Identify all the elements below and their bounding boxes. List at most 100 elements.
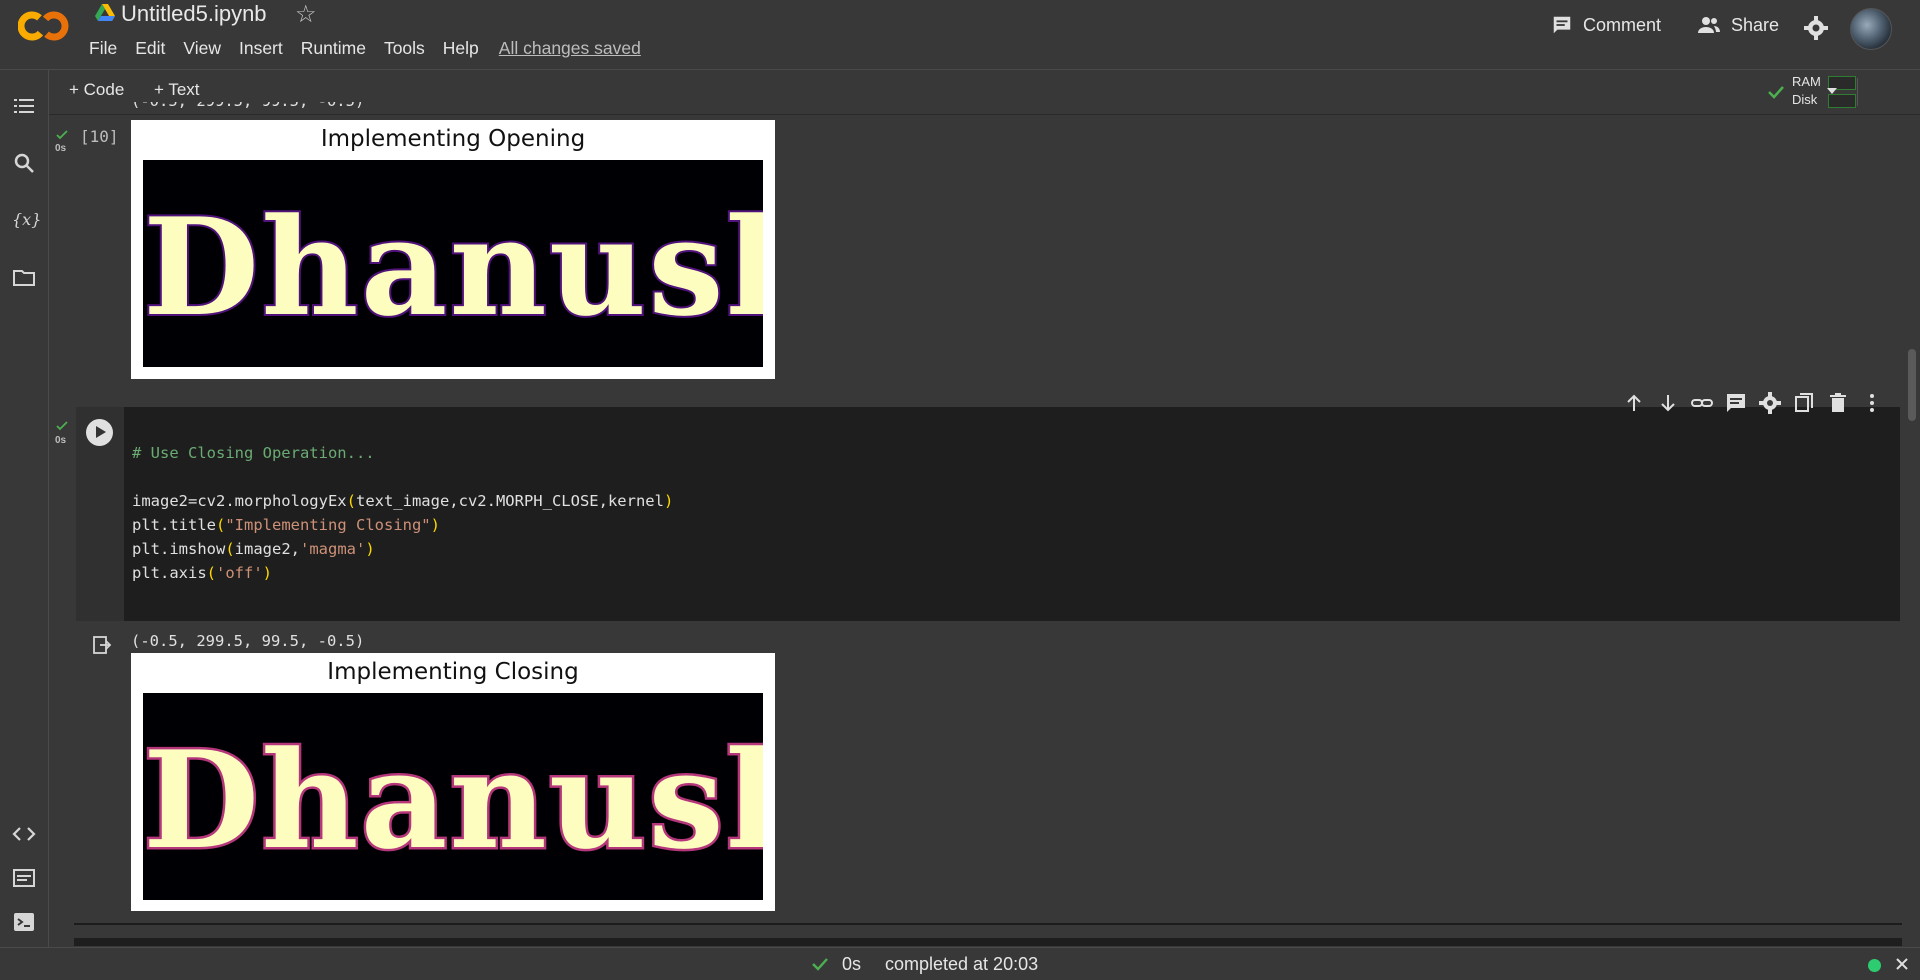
code-snippets-icon[interactable] bbox=[12, 822, 36, 846]
code-token: plt.axis bbox=[132, 564, 207, 582]
menu-runtime[interactable]: Runtime bbox=[301, 38, 366, 59]
next-cell-edge bbox=[74, 938, 1902, 946]
output-actions-icon[interactable] bbox=[92, 635, 112, 655]
menu-tools[interactable]: Tools bbox=[384, 38, 425, 59]
previous-output-clip: (-0.5, 299.5, 99.5, -0.5) bbox=[131, 102, 431, 115]
run-cell-button[interactable] bbox=[86, 419, 113, 446]
star-icon[interactable]: ☆ bbox=[295, 0, 317, 29]
opening-image: Dhanush bbox=[143, 160, 763, 367]
menu-edit[interactable]: Edit bbox=[135, 38, 165, 59]
comment-icon[interactable] bbox=[1724, 391, 1748, 415]
variables-icon[interactable]: {x} bbox=[12, 208, 41, 232]
code-string: "Implementing Closing" bbox=[225, 516, 431, 534]
search-icon[interactable] bbox=[12, 151, 36, 175]
vertical-scrollbar[interactable] bbox=[1908, 349, 1916, 421]
code-token: text_image,cv2.MORPH_CLOSE,kernel bbox=[355, 492, 664, 510]
ram-label: RAM bbox=[1792, 74, 1821, 89]
cell-action-toolbar bbox=[1622, 391, 1884, 415]
command-palette-icon[interactable] bbox=[12, 866, 36, 890]
cell-divider bbox=[74, 923, 1902, 925]
dhanush-text-image: Dhanush bbox=[143, 188, 763, 346]
comment-label: Comment bbox=[1583, 14, 1662, 35]
left-sidebar: {x} bbox=[0, 70, 49, 979]
code-paren: ( bbox=[225, 540, 235, 558]
more-options-icon[interactable] bbox=[1860, 391, 1884, 415]
status-check-icon bbox=[812, 958, 828, 971]
code-paren: ( bbox=[216, 516, 226, 534]
share-label: Share bbox=[1731, 14, 1780, 35]
code-paren: ( bbox=[206, 564, 216, 582]
add-text-cell-button[interactable]: + Text bbox=[154, 80, 200, 100]
top-bar: Untitled5.ipynb ☆ File Edit View Insert … bbox=[0, 0, 1920, 70]
menu-file[interactable]: File bbox=[89, 38, 117, 59]
people-icon bbox=[1698, 17, 1720, 33]
code-string: 'magma' bbox=[300, 540, 366, 558]
resources-indicator[interactable]: RAM Disk bbox=[1767, 72, 1877, 112]
code-paren: ) bbox=[663, 492, 674, 510]
code-paren: ) bbox=[365, 540, 375, 558]
connected-check-icon bbox=[1768, 86, 1784, 99]
share-button[interactable]: Share bbox=[1697, 14, 1779, 36]
comment-icon bbox=[1553, 16, 1571, 34]
code-token: plt.title bbox=[132, 516, 216, 534]
disk-bar bbox=[1828, 94, 1856, 108]
exec-count: [10] bbox=[80, 127, 119, 146]
code-cell[interactable]: # Use Closing Operation... image2=cv2.mo… bbox=[76, 407, 1900, 621]
folder-icon[interactable] bbox=[12, 266, 36, 290]
comment-button[interactable]: Comment bbox=[1551, 14, 1661, 36]
code-paren: ) bbox=[430, 516, 440, 534]
link-icon[interactable] bbox=[1690, 391, 1714, 415]
exec-check-icon bbox=[56, 421, 68, 431]
exec-time: 0s bbox=[55, 435, 67, 446]
notebook-title[interactable]: Untitled5.ipynb bbox=[121, 1, 267, 27]
add-text-label: Text bbox=[168, 80, 200, 99]
move-down-icon[interactable] bbox=[1656, 391, 1680, 415]
code-token: image2=cv2.morphologyEx bbox=[132, 492, 347, 510]
code-token: plt.imshow bbox=[132, 540, 226, 558]
settings-gear-icon[interactable] bbox=[1804, 16, 1828, 40]
dhanush-text-image: Dhanush bbox=[143, 721, 763, 879]
menu-help[interactable]: Help bbox=[443, 38, 479, 59]
google-drive-icon[interactable] bbox=[95, 4, 115, 22]
menu-insert[interactable]: Insert bbox=[239, 38, 283, 59]
plus-icon: + bbox=[154, 80, 169, 99]
settings-gear-icon[interactable] bbox=[1758, 391, 1782, 415]
chevron-down-icon[interactable] bbox=[1826, 86, 1838, 96]
connection-status-dot bbox=[1868, 959, 1881, 972]
table-of-contents-icon[interactable] bbox=[12, 94, 36, 118]
close-icon[interactable] bbox=[1895, 957, 1909, 971]
output-text: (-0.5, 299.5, 99.5, -0.5) bbox=[131, 632, 365, 650]
code-token: image2, bbox=[234, 540, 300, 558]
disk-label: Disk bbox=[1792, 92, 1818, 107]
opening-figure: Implementing Opening Dhanush bbox=[131, 120, 775, 379]
user-avatar[interactable] bbox=[1850, 8, 1892, 50]
code-string: 'off' bbox=[216, 564, 263, 582]
cell-gutter bbox=[76, 407, 124, 621]
toolbar-divider bbox=[1857, 78, 1858, 106]
closing-figure: Implementing Closing Dhanush bbox=[131, 653, 775, 911]
add-code-label: Code bbox=[83, 80, 125, 99]
mirror-cell-icon[interactable] bbox=[1792, 391, 1816, 415]
status-elapsed: 0s bbox=[842, 954, 862, 974]
figure-title: Implementing Opening bbox=[320, 126, 586, 152]
delete-icon[interactable] bbox=[1826, 391, 1850, 415]
figure-title: Implementing Closing bbox=[327, 659, 579, 685]
add-code-cell-button[interactable]: + Code bbox=[69, 80, 124, 100]
status-completed: completed at 20:03 bbox=[885, 954, 1039, 974]
menu-view[interactable]: View bbox=[183, 38, 221, 59]
exec-time: 0s bbox=[55, 143, 67, 154]
status-bar: 0s completed at 20:03 bbox=[0, 947, 1920, 980]
code-paren: ( bbox=[346, 492, 356, 510]
colab-logo[interactable] bbox=[18, 8, 70, 44]
save-status-link[interactable]: All changes saved bbox=[499, 38, 641, 59]
previous-output-text: (-0.5, 299.5, 99.5, -0.5) bbox=[131, 102, 431, 110]
menu-bar: File Edit View Insert Runtime Tools Help… bbox=[89, 38, 659, 59]
move-up-icon[interactable] bbox=[1622, 391, 1646, 415]
code-editor[interactable]: # Use Closing Operation... image2=cv2.mo… bbox=[132, 441, 673, 585]
closing-image: Dhanush bbox=[143, 693, 763, 900]
terminal-icon[interactable] bbox=[12, 910, 36, 934]
plus-icon: + bbox=[69, 80, 84, 99]
exec-check-icon bbox=[56, 130, 68, 140]
code-comment: # Use Closing Operation... bbox=[132, 444, 375, 462]
code-paren: ) bbox=[262, 564, 273, 582]
